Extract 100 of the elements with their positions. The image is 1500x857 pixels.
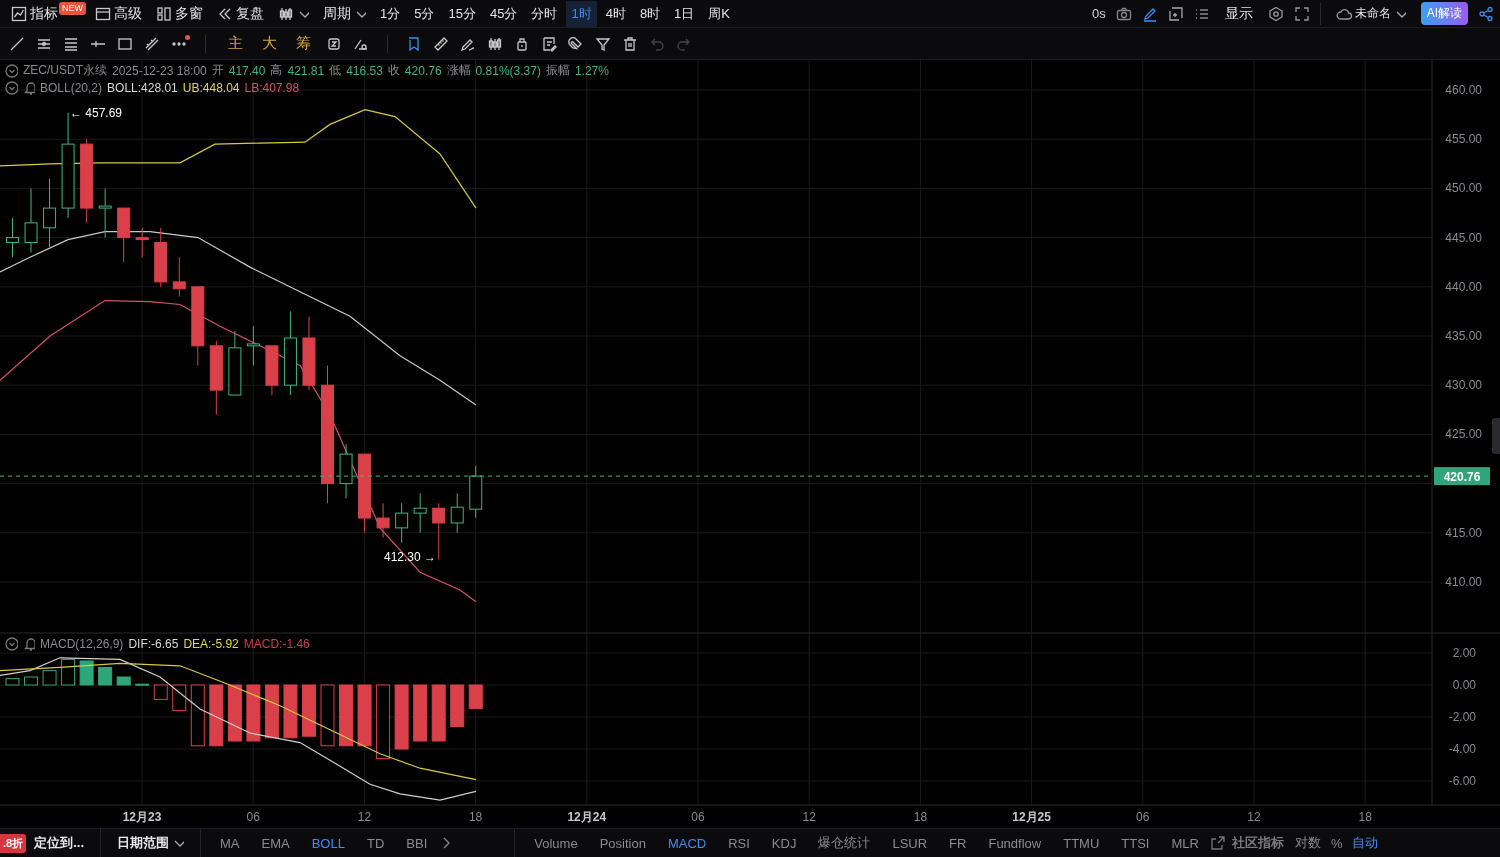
- indicator-tab[interactable]: 爆仓统计: [807, 834, 882, 852]
- indicator-tab[interactable]: TTSI: [1110, 835, 1161, 851]
- macd-bar: [468, 684, 483, 709]
- menu-button[interactable]: 多窗: [151, 1, 208, 26]
- indicator-tab[interactable]: Position: [588, 835, 657, 851]
- macd-bar: [283, 684, 298, 739]
- candle: [450, 492, 464, 534]
- macd-bar: [339, 684, 354, 747]
- indicator-tab[interactable]: BBI: [395, 835, 439, 851]
- indicator-tab[interactable]: FR: [938, 835, 978, 851]
- bookmark-icon[interactable]: [406, 35, 422, 52]
- indicator-tab[interactable]: MACD: [656, 835, 718, 851]
- interval-tab[interactable]: 5分: [409, 0, 440, 27]
- bell-icon[interactable]: [23, 636, 35, 652]
- display-button[interactable]: 显示: [1219, 1, 1258, 26]
- indicator-tab[interactable]: Fundflow: [977, 835, 1053, 851]
- panel-handle[interactable]: [1492, 418, 1500, 454]
- scale-option[interactable]: 自动: [1347, 834, 1384, 852]
- indicator-tab[interactable]: Volume: [523, 835, 589, 851]
- candle: [265, 345, 279, 396]
- macd-bar: [190, 684, 205, 747]
- interval-tab[interactable]: 8时: [634, 0, 666, 27]
- field-value: 420.76: [404, 63, 442, 78]
- date-range-dropdown[interactable]: 日期范围: [109, 834, 193, 852]
- candle: [246, 325, 260, 366]
- macd-bar: [227, 684, 242, 742]
- macd-axis-label: 2.00: [1452, 646, 1476, 660]
- indicator-tab[interactable]: TD: [355, 835, 396, 851]
- indicator-tab[interactable]: TTMU: [1052, 835, 1111, 851]
- indicator-tab[interactable]: KDJ: [760, 835, 808, 851]
- time-axis-label: 06: [246, 810, 260, 824]
- rectangle-icon[interactable]: [117, 35, 133, 52]
- interval-tab[interactable]: 分时: [526, 0, 563, 27]
- interval-tab[interactable]: 1分: [375, 0, 406, 27]
- magnet-icon[interactable]: [568, 35, 584, 52]
- indicator-name: MACD(12,26,9): [40, 637, 124, 651]
- candlestick-icon[interactable]: [487, 35, 503, 52]
- interval-tab[interactable]: 1时: [566, 0, 597, 27]
- interval-tab[interactable]: 15分: [443, 0, 481, 27]
- field-label: 开: [211, 62, 224, 79]
- external-link-icon[interactable]: [1209, 835, 1226, 851]
- price-axis-label: 450.00: [1445, 181, 1482, 196]
- interval-tab[interactable]: 1日: [669, 0, 700, 27]
- filter-icon[interactable]: [595, 35, 611, 52]
- indicator-tab[interactable]: MA: [209, 835, 251, 851]
- field-label: 振幅: [545, 62, 570, 79]
- candle: [43, 178, 57, 248]
- share-icon[interactable]: [1478, 5, 1494, 22]
- period-dropdown[interactable]: 周期: [318, 1, 371, 26]
- overlay-tool[interactable]: 主: [221, 32, 250, 55]
- indicator-tab[interactable]: RSI: [717, 835, 761, 851]
- menu-button[interactable]: 复盘: [212, 1, 269, 26]
- price-axis-label: 440.00: [1445, 279, 1482, 294]
- settings-icon[interactable]: [1267, 5, 1284, 22]
- scale-option[interactable]: 对数: [1289, 834, 1326, 852]
- camera-icon[interactable]: [1115, 5, 1132, 22]
- fullscreen-icon[interactable]: [1293, 5, 1310, 22]
- time-axis-label: 06: [691, 810, 705, 824]
- ruler-icon[interactable]: [433, 35, 449, 52]
- menu-button[interactable]: 高级: [90, 1, 147, 26]
- add-frame-icon[interactable]: [1167, 5, 1184, 22]
- collapse-icon[interactable]: [4, 62, 18, 79]
- horizontal-lines-icon[interactable]: [63, 35, 79, 52]
- new-badge: NEW: [59, 1, 86, 15]
- field-value: 421.81: [287, 63, 325, 78]
- interval-tab[interactable]: 周K: [703, 0, 735, 27]
- time-axis-label: 18: [913, 810, 928, 824]
- macd-bar: [153, 684, 168, 700]
- locate-button[interactable]: 定位到...: [26, 834, 93, 852]
- layout-dropdown[interactable]: 未命名: [1330, 1, 1411, 26]
- price-axis-label: 410.00: [1445, 575, 1482, 589]
- collapse-icon[interactable]: [4, 636, 18, 652]
- community-indicators-button[interactable]: 社区指标: [1225, 834, 1290, 852]
- bell-icon[interactable]: [23, 80, 35, 96]
- indicator-tab[interactable]: LSUR: [881, 835, 939, 851]
- note-icon[interactable]: [541, 35, 557, 52]
- macd-bar: [61, 658, 76, 686]
- macd-bar: [5, 678, 20, 686]
- channel-icon[interactable]: [144, 35, 160, 52]
- candle: [98, 187, 112, 239]
- trash-icon[interactable]: [622, 35, 638, 52]
- lock-icon[interactable]: [514, 35, 530, 52]
- interval-tab[interactable]: 45分: [484, 0, 523, 27]
- overlay-tool[interactable]: 大: [255, 32, 284, 55]
- field-value: 416.53: [346, 63, 383, 78]
- ai-button[interactable]: AI解读: [1420, 2, 1468, 25]
- indicator-tab[interactable]: BOLL: [300, 835, 356, 851]
- interval-tab[interactable]: 4时: [600, 0, 631, 27]
- macd-axis-label: -6.00: [1448, 774, 1476, 788]
- time-axis-label: 12: [802, 810, 816, 824]
- scale-option[interactable]: %: [1325, 835, 1348, 851]
- symbol-label: ZEC/USDT永续: [23, 62, 107, 79]
- indicator-tab[interactable]: EMA: [250, 835, 301, 851]
- candle: [469, 465, 483, 519]
- trend-line-icon[interactable]: [9, 35, 25, 52]
- overlay-tool[interactable]: 筹: [289, 32, 318, 55]
- indicator-tab[interactable]: MLR: [1160, 835, 1210, 851]
- high-price-marker: ← 457.69: [70, 105, 123, 120]
- time-axis-label: 06: [1136, 810, 1150, 824]
- collapse-icon[interactable]: [4, 80, 18, 96]
